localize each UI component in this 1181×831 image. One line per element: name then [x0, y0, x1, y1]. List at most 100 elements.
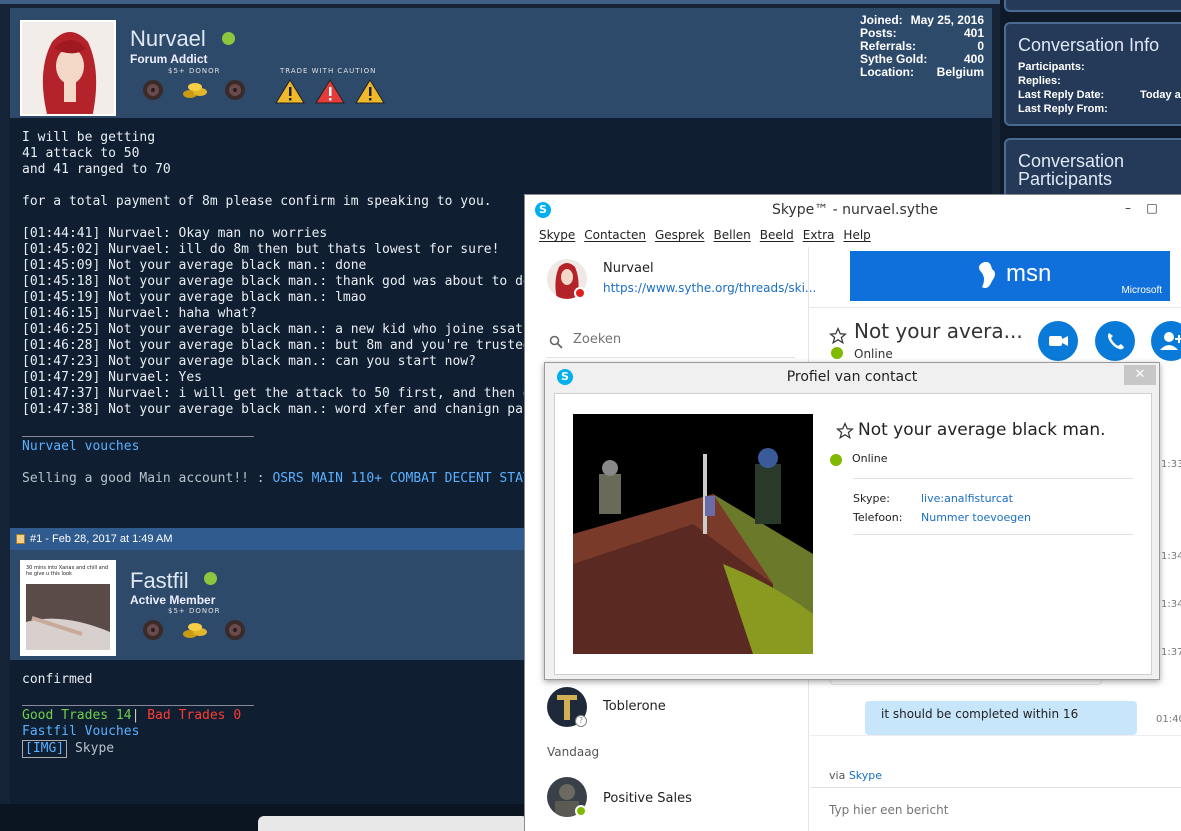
message-time: 1:34	[1161, 599, 1181, 610]
chat-log-line: [01:45:02] Nurvael: ill do 8m then but t…	[22, 242, 500, 257]
user-title: Forum Addict	[130, 52, 208, 66]
skype-titlebar: S Skype™ - nurvael.sythe – □	[525, 195, 1181, 225]
add-person-icon	[1160, 332, 1181, 350]
today-section-label: Vandaag	[547, 745, 600, 759]
avatar[interactable]	[20, 20, 116, 116]
selling-link[interactable]: OSRS MAIN 110+ COMBAT DECENT STATS/	[272, 471, 546, 486]
top-strip	[0, 0, 1000, 4]
via-label: via Skype	[829, 769, 883, 782]
good-trades[interactable]: Good Trades 14	[22, 708, 132, 723]
last-reply-date-label: Last Reply Date:	[1018, 89, 1105, 101]
last-reply-from-label: Last Reply From:	[1018, 103, 1108, 115]
message-line: I will be getting	[22, 130, 156, 145]
chat-log-line: [01:46:28] Not your average black man.: …	[22, 338, 531, 353]
star-favorite-icon[interactable]	[829, 327, 847, 345]
search-input[interactable]	[573, 332, 773, 347]
close-button[interactable]: ✕	[1124, 365, 1156, 385]
add-contact-button[interactable]	[1151, 321, 1181, 361]
msn-ad-banner[interactable]: msn Microsoft	[850, 251, 1170, 301]
compose-area[interactable]	[829, 803, 1169, 817]
voice-call-button[interactable]	[1095, 321, 1135, 361]
avatar-caption: 30 mins into Xanax and chill and he give…	[26, 565, 109, 577]
menu-extra[interactable]: Extra	[803, 228, 835, 242]
menu-contacten[interactable]: Contacten	[584, 228, 646, 242]
chat-log-line: [01:47:38] Not your average black man.: …	[22, 402, 563, 417]
video-camera-icon	[1049, 336, 1068, 346]
unknown-status-icon: ?	[575, 715, 587, 727]
skype-id-label: Skype:	[853, 492, 890, 505]
signature-selling: Selling a good Main account!! : OSRS MAI…	[22, 471, 547, 486]
avatar[interactable]: 30 mins into Xanax and chill and he give…	[20, 560, 116, 656]
menu-bar: Skype Contacten Gesprek Bellen Beeld Ext…	[539, 228, 880, 242]
profile-name: Not your average black man.	[858, 420, 1106, 440]
msn-butterfly-icon	[979, 261, 995, 289]
mood-message-link[interactable]: https://www.sythe.org/threads/ski...	[603, 281, 816, 295]
user-stats: Joined: May 25, 2016 Posts: 401 Referrals:…	[860, 14, 984, 79]
star-favorite-icon[interactable]	[836, 422, 854, 440]
vouches-link[interactable]: Nurvael vouches	[22, 439, 139, 455]
participants-title: Conversation	[1018, 151, 1125, 171]
rose-badge-icon	[225, 80, 245, 100]
message-line: and 41 ranged to 70	[22, 162, 171, 177]
window-title: Skype™ - nurvael.sythe	[771, 202, 939, 218]
divider	[810, 787, 1181, 788]
post-permalink[interactable]: #1 - Feb 28, 2017 at 1:49 AM	[30, 533, 172, 545]
username[interactable]: Fastfil	[130, 568, 189, 594]
divider	[810, 307, 1181, 308]
contact-toblerone[interactable]: ? Toblerone	[547, 687, 797, 731]
minimize-button[interactable]: –	[1115, 198, 1141, 218]
my-name: Nurvael	[603, 261, 654, 276]
chat-contact-status: Online	[854, 347, 893, 361]
search-icon	[549, 335, 563, 349]
chat-log-line: [01:47:29] Nurvael: Yes	[22, 370, 203, 385]
maximize-button[interactable]: □	[1139, 198, 1165, 218]
search-box[interactable]	[547, 329, 797, 355]
conversation-info-panel: Conversation Info Participants: Replies:…	[1004, 22, 1181, 126]
chat-contact-name: Not your avera...	[854, 319, 1023, 343]
msn-logo-text: msn	[1006, 260, 1052, 287]
message-line: for a total payment of 8m please confirm…	[22, 194, 492, 209]
add-phone-link[interactable]: Nummer toevoegen	[921, 511, 1031, 524]
profile-picture-runescape[interactable]	[573, 414, 813, 654]
online-indicator	[222, 32, 235, 45]
divider	[853, 534, 1133, 535]
video-call-button[interactable]	[1038, 321, 1078, 361]
menu-skype[interactable]: Skype	[539, 228, 575, 242]
message-input[interactable]	[829, 803, 1129, 817]
signature-divider	[22, 705, 254, 706]
sidebar-panel-top	[1004, 0, 1181, 12]
chat-log-line: [01:47:37] Nurvael: i will get the attac…	[22, 386, 602, 401]
menu-bellen[interactable]: Bellen	[714, 228, 751, 242]
post-icon	[16, 534, 25, 544]
divider	[547, 357, 795, 358]
donor-label: $5+ DONOR	[168, 607, 221, 615]
participants-title: Participants	[1018, 169, 1113, 189]
skype-id-value[interactable]: live:analfisturcat	[921, 492, 1013, 505]
signature-divider	[22, 436, 254, 437]
divider	[853, 478, 1133, 479]
phone-label: Telefoon:	[853, 511, 903, 524]
vouches-link[interactable]: Fastfil Vouches	[22, 724, 139, 740]
contact-positive-sales[interactable]: Positive Sales	[547, 777, 797, 821]
menu-help[interactable]: Help	[843, 228, 870, 242]
contact-profile-dialog: S Profiel van contact ✕ Not your average…	[544, 362, 1160, 680]
signature-image-row: [IMG] Skype	[22, 740, 114, 758]
via-skype-link[interactable]: Skype	[849, 769, 882, 782]
user-title: Active Member	[130, 593, 216, 607]
chat-log-line: [01:45:18] Not your average black man.: …	[22, 274, 570, 289]
bad-trades[interactable]: Bad Trades 0	[147, 708, 241, 723]
username[interactable]: Nurvael	[130, 26, 206, 52]
gold-coins-icon	[183, 83, 207, 98]
warning-red-icon	[315, 79, 345, 104]
my-profile[interactable]: Nurvael https://www.sythe.org/threads/sk…	[547, 259, 816, 303]
message-text: it should be completed within 16	[881, 707, 1079, 721]
online-status-icon	[575, 805, 587, 817]
donor-label: $5+ DONOR	[168, 67, 221, 75]
broken-image-link[interactable]: [IMG]	[22, 740, 68, 758]
profile-content: Not your average black man. Online Skype…	[554, 393, 1152, 675]
chat-log-line: [01:46:25] Not your average black man.: …	[22, 322, 578, 337]
stat-location: Location: Belgium	[860, 65, 984, 79]
menu-beeld[interactable]: Beeld	[760, 228, 794, 242]
dialog-title: Profiel van contact	[786, 369, 918, 385]
menu-gesprek[interactable]: Gesprek	[655, 228, 705, 242]
